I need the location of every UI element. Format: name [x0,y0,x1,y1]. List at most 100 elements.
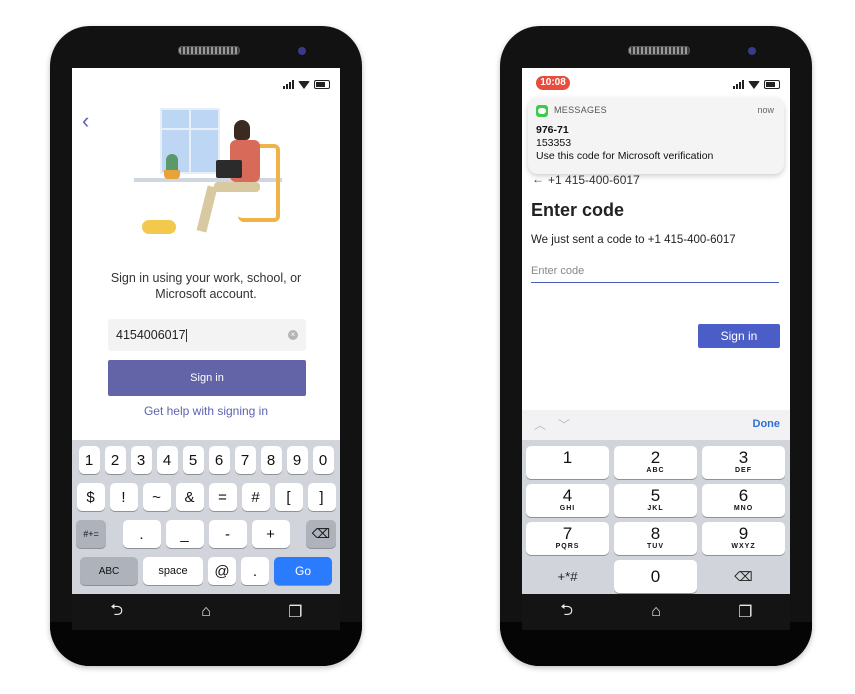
key[interactable]: ~ [142,483,171,511]
phone-number-value: 4154006017 [116,328,186,342]
notification-time: now [757,105,774,115]
back-chevron-icon[interactable]: ‹ [82,108,89,134]
at-key[interactable]: @ [208,557,236,585]
numpad-key-2[interactable]: 2 ABC [614,446,697,479]
key[interactable]: - [208,520,247,548]
key[interactable]: _ [165,520,204,548]
messages-app-icon [536,105,548,117]
key-digit: 3 [738,448,749,467]
numpad-key-0[interactable]: 0 [614,560,697,593]
key[interactable]: & [175,483,204,511]
battery-icon [314,80,330,89]
key[interactable]: 8 [260,446,282,474]
right-screen: 10:08 MESSAGES now 976-71 153353 Use thi… [522,68,790,594]
key-digit: 5 [650,486,661,505]
numpad-symbols-key[interactable]: +*# [526,560,609,593]
chevron-down-icon[interactable]: ﹀ [558,416,570,433]
front-camera [748,47,756,55]
status-time: 10:08 [536,76,570,90]
key[interactable]: 5 [182,446,204,474]
status-icons [733,80,780,89]
symbol-keyboard: 1 2 3 4 5 6 7 8 9 0 $ ! ~ & = # [ ] #+= … [72,440,340,594]
numpad-key-3[interactable]: 3 DEF [702,446,785,479]
key[interactable]: 6 [208,446,230,474]
clear-icon[interactable]: × [288,330,298,340]
notification-app-name: MESSAGES [554,105,607,115]
key[interactable]: 3 [130,446,152,474]
key-letters: GHI [559,505,576,512]
key[interactable]: 1 [78,446,100,474]
key-letters: MNO [733,505,754,512]
key-digit: 2 [650,448,661,467]
notification-code: 153353 [536,137,572,149]
key[interactable]: ! [109,483,138,511]
speaker-grille [178,46,240,55]
key[interactable]: + [251,520,290,548]
status-icons [283,80,330,89]
key[interactable]: # [241,483,270,511]
person-head-illustration [234,120,250,140]
pot-illustration [164,170,180,179]
person-legs-illustration [214,182,260,192]
back-nav-icon[interactable]: ⮌ [547,599,587,626]
sms-notification[interactable]: MESSAGES now 976-71 153353 Use this code… [528,98,784,174]
signal-icon [283,80,294,89]
key[interactable]: 7 [234,446,256,474]
numpad-key-5[interactable]: 5 JKL [614,484,697,517]
key[interactable]: $ [76,483,105,511]
chevron-up-icon[interactable]: ︿ [534,416,546,433]
speaker-grille [628,46,690,55]
done-button[interactable]: Done [753,418,781,430]
go-key[interactable]: Go [274,557,332,585]
signin-text-line2: Microsoft account. [155,287,257,301]
numpad-key-7[interactable]: 7 PQRS [526,522,609,555]
code-input[interactable]: Enter code [531,260,779,283]
numpad-key-9[interactable]: 9 WXYZ [702,522,785,555]
key[interactable]: 0 [312,446,334,474]
recents-nav-icon[interactable]: ❐ [275,602,315,622]
android-nav-bar: ⮌ ⌂ ❐ [522,594,790,630]
help-signin-link[interactable]: Get help with signing in [92,404,320,418]
notification-message: Use this code for Microsoft verification [536,150,714,162]
cat-illustration [142,220,176,234]
signin-button[interactable]: Sign in [698,324,780,348]
phone-number-input[interactable]: 4154006017 × [108,319,306,351]
key[interactable]: 9 [286,446,308,474]
notification-body: 976-71 153353 Use this code for Microsof… [536,124,713,163]
key[interactable]: ] [307,483,336,511]
home-nav-icon[interactable]: ⌂ [636,603,676,621]
signal-icon [733,80,744,89]
back-arrow-icon[interactable]: ← [532,172,544,186]
signin-button[interactable]: Sign in [108,360,306,396]
backspace-icon[interactable]: ⌫ [306,520,336,548]
key[interactable]: . [122,520,161,548]
numpad-key-4[interactable]: 4 GHI [526,484,609,517]
key[interactable]: [ [274,483,303,511]
keyboard-accessory-bar: ︿ ﹀ Done [522,410,790,440]
key-letters: PQRS [555,543,580,550]
key-letters: JKL [647,505,664,512]
key-digit: 4 [562,486,573,505]
right-phone: 10:08 MESSAGES now 976-71 153353 Use thi… [500,26,812,666]
numpad-key-1[interactable]: 1 [526,446,609,479]
android-nav-bar: ⮌ ⌂ ❐ [72,594,340,630]
numpad-key-8[interactable]: 8 TUV [614,522,697,555]
key[interactable]: = [208,483,237,511]
abc-key[interactable]: ABC [80,557,138,585]
numeric-keyboard: ︿ ﹀ Done 1 2 ABC 3 DEF 4 GHI 5 JKL 6 MNO 7 PQR… [522,410,790,594]
back-nav-icon[interactable]: ⮌ [97,599,137,626]
key-digit: 8 [650,524,661,543]
home-nav-icon[interactable]: ⌂ [186,603,226,621]
phone-number-header: +1 415-400-6017 [548,173,640,187]
key-letters: WXYZ [731,543,756,550]
key[interactable]: 2 [104,446,126,474]
space-key[interactable]: space [143,557,203,585]
symbols-toggle-key[interactable]: #+= [76,520,106,548]
front-camera [298,47,306,55]
key[interactable]: 4 [156,446,178,474]
period-key[interactable]: . [241,557,269,585]
key-letters: ABC [646,467,665,474]
backspace-icon[interactable]: ⌫ [702,560,785,593]
numpad-key-6[interactable]: 6 MNO [702,484,785,517]
recents-nav-icon[interactable]: ❐ [725,602,765,622]
